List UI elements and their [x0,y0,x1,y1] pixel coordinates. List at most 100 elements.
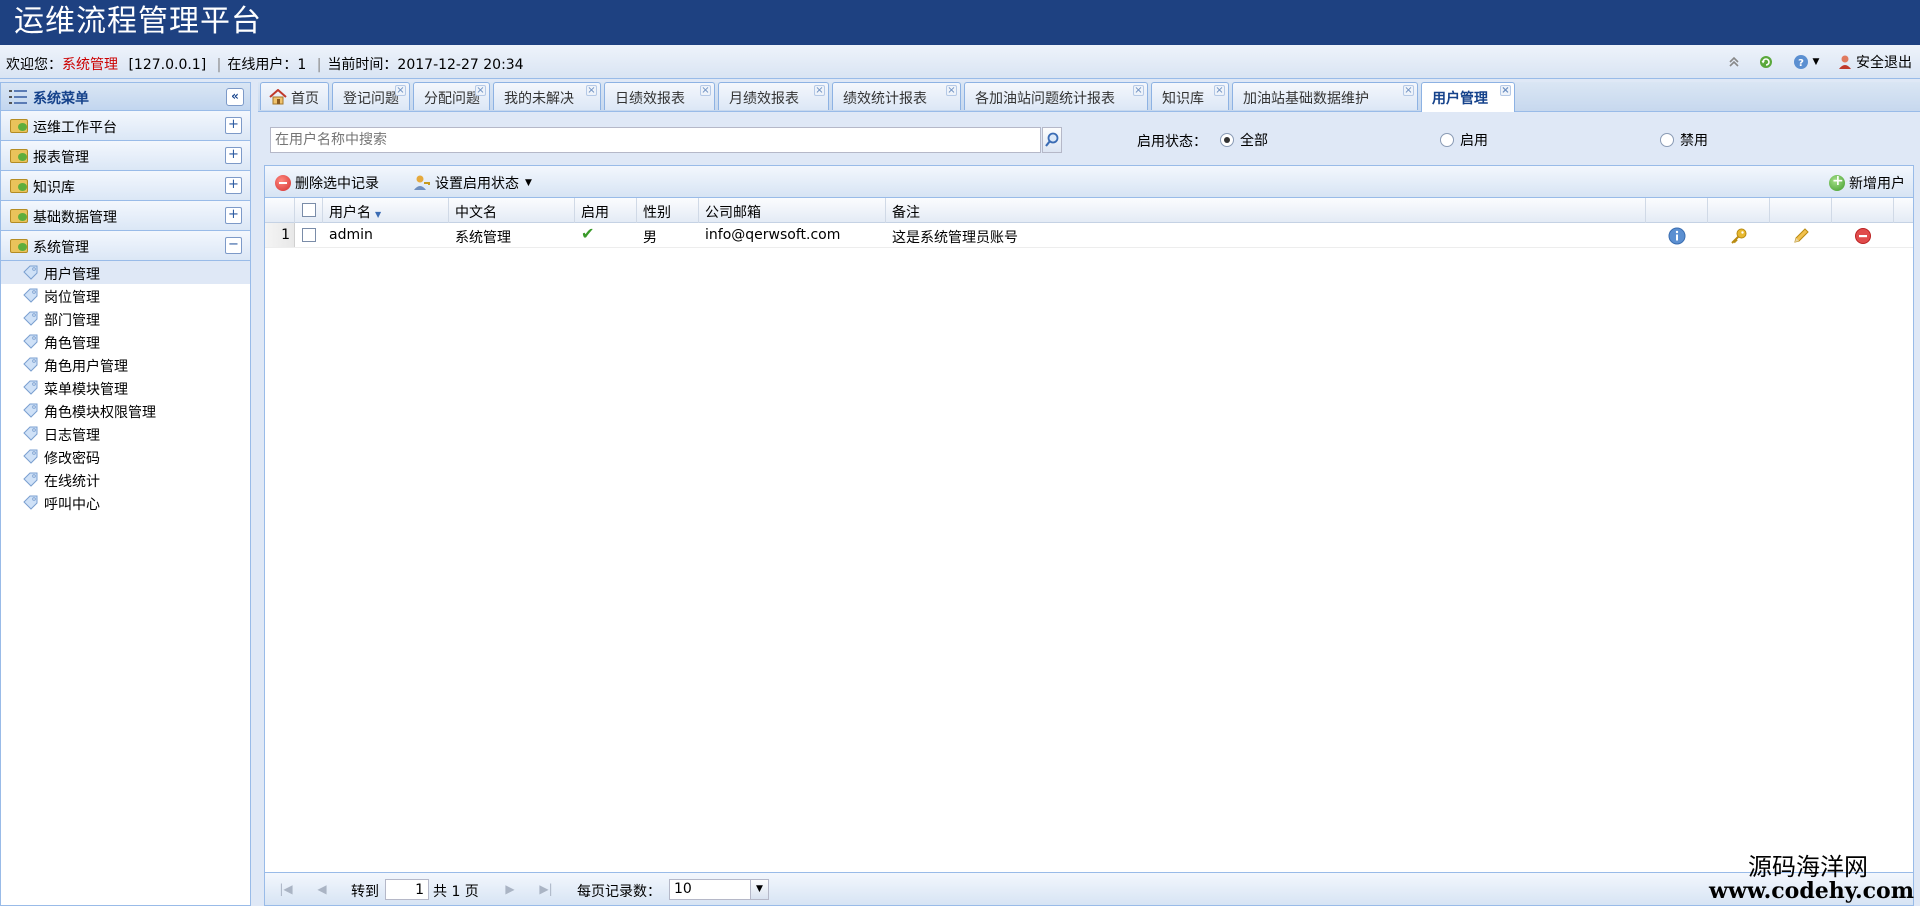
expand-icon[interactable]: + [225,117,242,134]
delete-icon[interactable] [1854,227,1872,245]
tag-icon [23,311,38,326]
close-icon[interactable]: × [946,85,957,96]
key-icon[interactable] [1730,227,1748,245]
close-icon[interactable]: × [700,85,711,96]
header-email[interactable]: 公司邮箱 [699,198,886,223]
table-row[interactable]: 1 admin 系统管理 ✔ 男 info@qerwsoft.com 这是系统管… [265,223,1913,248]
status-info: 欢迎您：系统管理 [127.0.0.1] | 在线用户：1 | 当前时间：2017-… [6,54,524,74]
tab-station-issue-stats[interactable]: 各加油站问题统计报表 × [964,82,1148,110]
collapse-up-icon[interactable] [1725,53,1743,71]
per-page-select[interactable]: 10 ▼ [669,879,769,900]
sidebar-item-role-mgmt[interactable]: 角色管理 [1,330,250,353]
collapse-icon[interactable]: − [225,237,242,254]
expand-icon[interactable]: + [225,177,242,194]
sidebar-group-basedata[interactable]: 基础数据管理 + [1,201,250,231]
status-bar: 欢迎您：系统管理 [127.0.0.1] | 在线用户：1 | 当前时间：2017-… [0,45,1920,79]
sidebar-group-label: 运维工作平台 [33,120,117,136]
sidebar-item-post-mgmt[interactable]: 岗位管理 [1,284,250,307]
delete-selected-button[interactable]: 删除选中记录 [275,173,379,193]
tab-user-mgmt[interactable]: 用户管理 × [1421,82,1515,112]
expand-icon[interactable]: + [225,207,242,224]
tab-knowledge-base[interactable]: 知识库 × [1151,82,1229,110]
header-username[interactable]: 用户名 ▼ [323,198,449,223]
radio-dot [1220,133,1234,147]
refresh-icon[interactable] [1757,53,1775,71]
sidebar-item-online-stats[interactable]: 在线统计 [1,468,250,491]
search-input[interactable] [270,127,1041,153]
sidebar-item-role-permission-mgmt[interactable]: 角色模块权限管理 [1,399,250,422]
close-icon[interactable]: × [1403,85,1414,96]
grid-header: 用户名 ▼ 中文名 启用 性别 公司邮箱 备注 [265,198,1913,223]
close-icon[interactable]: × [1133,85,1144,96]
header-gender[interactable]: 性别 [637,198,699,223]
chevron-down-icon: ▼ [750,880,768,899]
tab-daily-report[interactable]: 日绩效报表 × [604,82,715,110]
expand-icon[interactable]: + [225,147,242,164]
select-all-checkbox[interactable] [302,203,316,217]
add-user-button[interactable]: 新增用户 [1829,173,1905,193]
sidebar-group-ops[interactable]: 运维工作平台 + [1,111,250,141]
row-select[interactable] [295,223,323,248]
header-note[interactable]: 备注 [886,198,1646,223]
last-page-icon[interactable]: ▶| [539,882,553,896]
tab-assign-issue[interactable]: 分配问题 × [413,82,490,110]
logout-button[interactable]: 安全退出 [1837,52,1912,72]
sidebar-item-change-password[interactable]: 修改密码 [1,445,250,468]
set-status-button[interactable]: 设置启用状态 ▼ [413,173,532,193]
header-enabled[interactable]: 启用 [575,198,637,223]
chevron-down-icon: ▼ [525,178,532,188]
tag-icon [23,265,38,280]
welcome-label: 欢迎您： [6,57,62,73]
close-icon[interactable]: × [475,85,486,96]
user-grid: 删除选中记录 设置启用状态 ▼ 新增用户 用户名▼ 中文名 启用 性别 公司邮箱… [264,165,1914,906]
watermark-line2: www.codehy.com [1709,878,1914,904]
prev-page-icon[interactable]: ◀ [315,882,329,896]
tab-monthly-report[interactable]: 月绩效报表 × [718,82,829,110]
radio-enabled[interactable]: 启用 [1440,130,1488,150]
radio-disabled[interactable]: 禁用 [1660,130,1708,150]
row-checkbox[interactable] [302,228,316,242]
sidebar-group-knowledge[interactable]: 知识库 + [1,171,250,201]
tab-performance-stats[interactable]: 绩效统计报表 × [832,82,961,110]
sidebar-group-reports[interactable]: 报表管理 + [1,141,250,171]
tab-home[interactable]: 首页 [260,82,329,110]
close-icon[interactable]: × [586,85,597,96]
info-icon[interactable] [1668,227,1686,245]
radio-all[interactable]: 全部 [1220,130,1268,150]
pagination-bar: |◀ ◀ 转到 共 1 页 ▶ ▶| 每页记录数： 10 ▼ [265,872,1913,905]
header-select-all[interactable] [295,198,323,223]
sidebar-group-label: 系统管理 [33,240,89,256]
close-icon[interactable]: × [814,85,825,96]
header-cnname[interactable]: 中文名 [449,198,575,223]
folder-icon [10,239,28,253]
cell-email: info@qerwsoft.com [705,227,841,243]
page-number-input[interactable] [385,879,429,900]
sidebar-item-menu-module-mgmt[interactable]: 菜单模块管理 [1,376,250,399]
next-page-icon[interactable]: ▶ [503,882,517,896]
sidebar-item-call-center[interactable]: 呼叫中心 [1,491,250,514]
collapse-sidebar-button[interactable]: « [226,88,244,106]
delete-icon [275,175,291,191]
user-icon [1839,55,1851,69]
status-actions: ? ▼ 安全退出 [1725,51,1912,73]
tab-station-data[interactable]: 加油站基础数据维护 × [1232,82,1418,110]
search-button[interactable] [1042,127,1062,153]
sidebar-item-role-user-mgmt[interactable]: 角色用户管理 [1,353,250,376]
close-icon[interactable]: × [1214,85,1225,96]
first-page-icon[interactable]: |◀ [279,882,293,896]
close-icon[interactable]: × [395,85,406,96]
sidebar-item-user-mgmt[interactable]: 用户管理 [1,261,250,284]
cell-gender: 男 [643,230,657,246]
help-icon[interactable]: ? ▼ [1789,53,1823,71]
folder-icon [10,209,28,223]
sidebar-group-system[interactable]: 系统管理 − [1,231,250,261]
header-action [1770,198,1832,223]
tab-register-issue[interactable]: 登记问题 × [332,82,410,110]
close-icon[interactable]: × [1500,85,1511,96]
tab-my-unresolved[interactable]: 我的未解决 × [493,82,601,110]
sidebar-item-log-mgmt[interactable]: 日志管理 [1,422,250,445]
grid-toolbar: 删除选中记录 设置启用状态 ▼ 新增用户 [265,166,1913,198]
edit-pencil-icon[interactable] [1792,227,1810,245]
sidebar-item-dept-mgmt[interactable]: 部门管理 [1,307,250,330]
online-users: 在线用户：1 [227,57,307,73]
